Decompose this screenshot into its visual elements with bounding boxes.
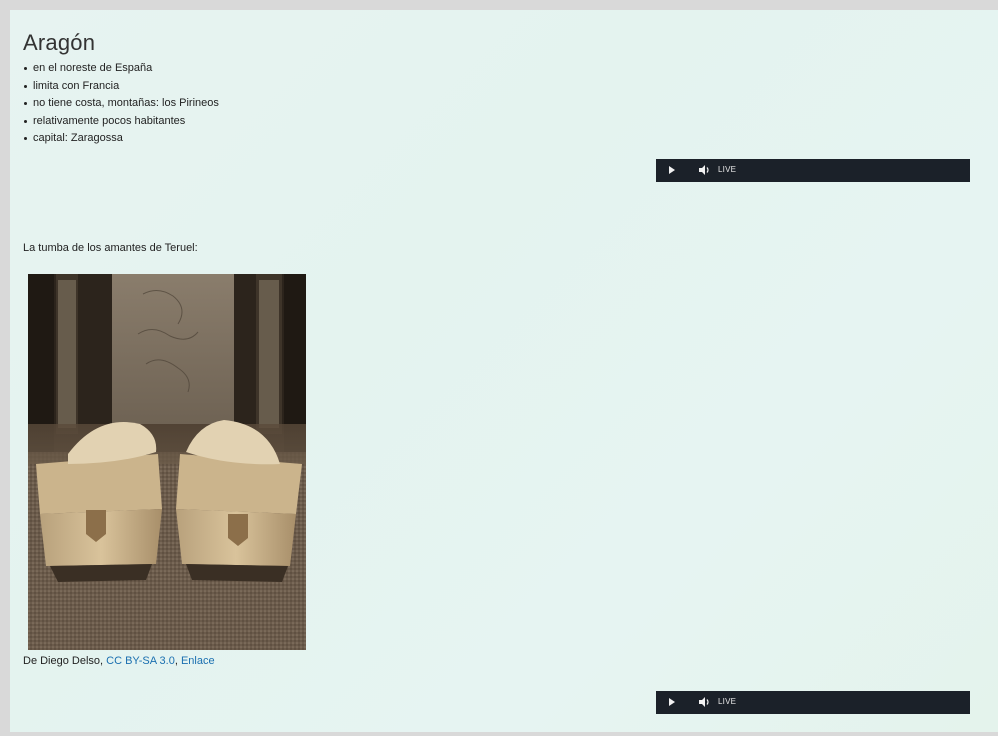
list-item: limita con Francia (23, 78, 219, 96)
facts-list: en el noreste de España limita con Franc… (23, 60, 219, 148)
volume-icon[interactable] (698, 696, 712, 708)
list-item: en el noreste de España (23, 60, 219, 78)
list-item: capital: Zaragossa (23, 130, 219, 148)
license-link[interactable]: CC BY-SA 3.0 (106, 655, 175, 667)
audio-player-bottom[interactable]: LIVE (656, 691, 970, 714)
play-icon[interactable] (669, 698, 675, 706)
page-title: Aragón (23, 30, 96, 55)
volume-icon[interactable] (698, 164, 712, 176)
content-frame: Aragón en el noreste de España limita co… (10, 10, 998, 732)
live-label: LIVE (718, 165, 737, 174)
source-link[interactable]: Enlace (181, 655, 215, 667)
credit-author: De Diego Delso, (23, 655, 107, 667)
image-heading: La tumba de los amantes de Teruel: (23, 242, 198, 254)
list-item: no tiene costa, montañas: los Pirineos (23, 95, 219, 113)
audio-player-top[interactable]: LIVE (656, 159, 970, 182)
play-icon[interactable] (669, 166, 675, 174)
list-item: relativamente pocos habitantes (23, 113, 219, 131)
tomb-photo (28, 274, 306, 650)
live-label: LIVE (718, 697, 737, 706)
photo-credit: De Diego Delso, CC BY-SA 3.0, Enlace (23, 655, 215, 667)
